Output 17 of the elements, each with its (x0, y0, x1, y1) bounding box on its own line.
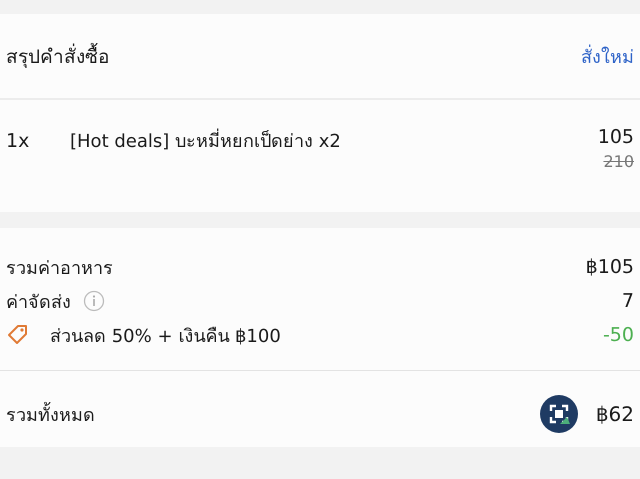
original-price: 210 (603, 152, 634, 171)
item-price: 105 (598, 126, 634, 148)
charge-label: รวมค่าอาหาร (6, 256, 113, 280)
section-title: สรุปคำสั่งซื้อ (6, 41, 109, 71)
charge-amount: ฿105 (586, 256, 634, 278)
tag-icon (6, 323, 30, 347)
charge-label: ค่าจัดส่ง (6, 290, 71, 314)
item-name: [Hot deals] บะหมี่หยกเป็ดย่าง x2 (70, 126, 598, 155)
charge-amount: -50 (602, 324, 634, 346)
charge-amount: 7 (622, 290, 634, 312)
frame-icon (540, 395, 578, 433)
info-icon (83, 290, 105, 312)
reorder-link[interactable]: สั่งใหม่ (581, 42, 634, 70)
total-amount: ฿62 (596, 402, 634, 426)
total-label: รวมทั้งหมด (6, 400, 95, 428)
charge-label: ส่วนลด 50% + เงินคืน ฿100 (50, 324, 281, 348)
item-quantity: 1x (6, 130, 30, 152)
